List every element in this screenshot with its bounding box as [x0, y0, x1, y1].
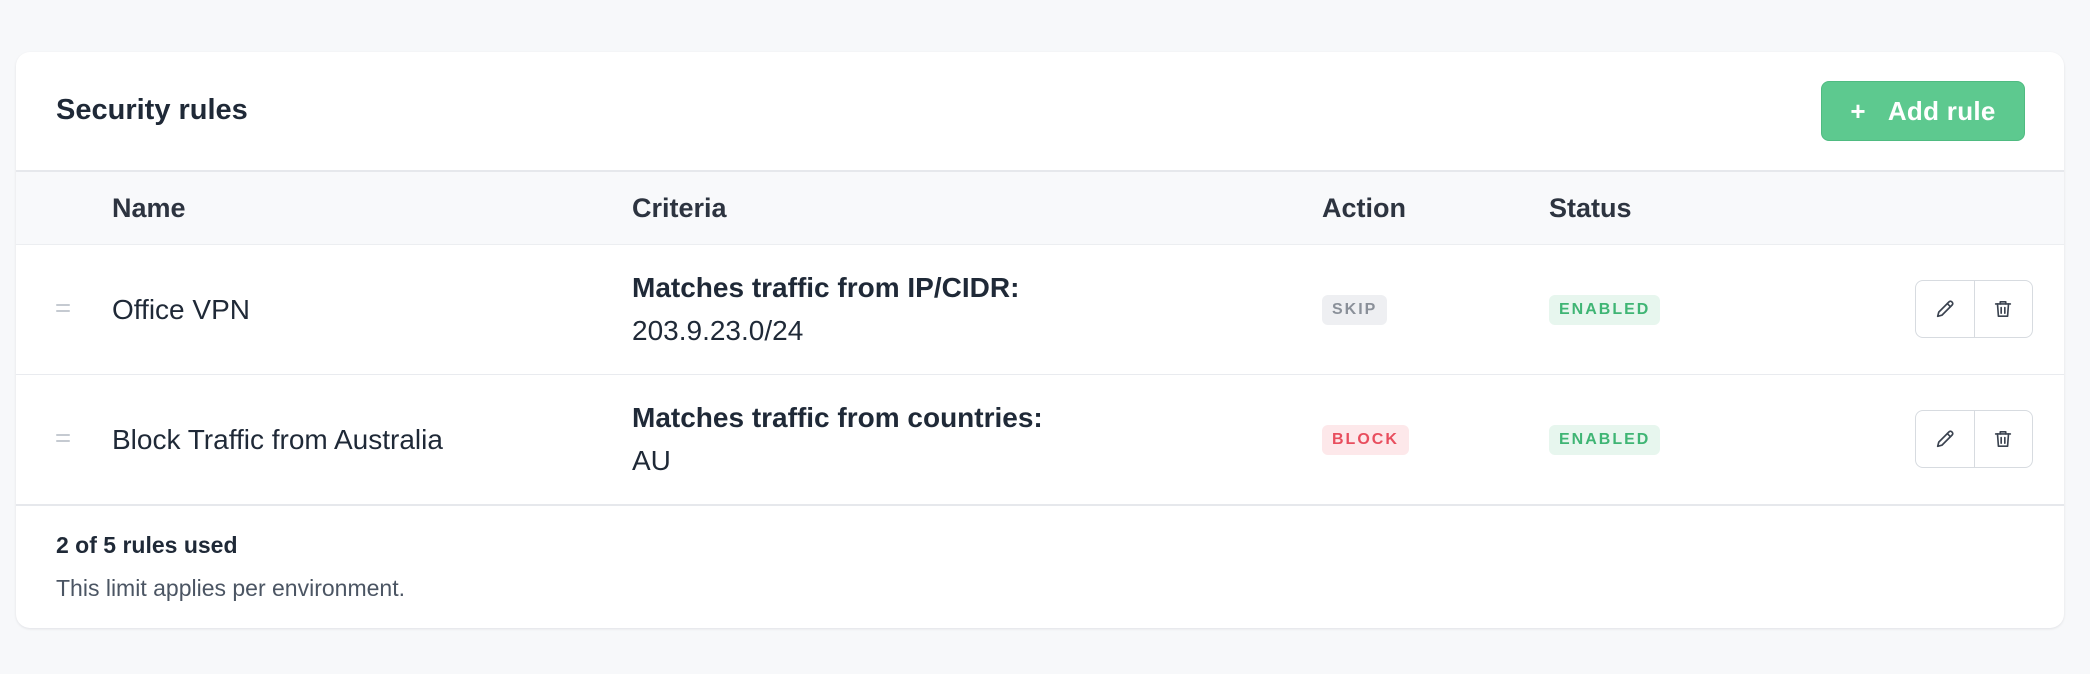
rule-name: Block Traffic from Australia [112, 424, 443, 455]
table-header: Name Criteria Action Status [16, 172, 2064, 245]
delete-button[interactable] [1973, 281, 2033, 337]
rule-name: Office VPN [112, 294, 250, 325]
rules-usage: 2 of 5 rules used [56, 532, 238, 558]
table-row: Block Traffic from Australia Matches tra… [16, 375, 2064, 506]
column-header-name: Name [112, 193, 186, 223]
status-badge: ENABLED [1549, 295, 1661, 325]
delete-button[interactable] [1973, 411, 2033, 467]
add-rule-label: Add rule [1887, 95, 1996, 126]
limit-note: This limit applies per environment. [56, 575, 405, 601]
plus-icon: + [1850, 95, 1866, 126]
drag-handle-icon[interactable] [56, 433, 70, 443]
pencil-icon [1936, 300, 1954, 318]
action-badge: SKIP [1322, 295, 1388, 325]
row-actions [1915, 410, 2033, 468]
criteria-title: Matches traffic from IP/CIDR: [632, 272, 1020, 303]
row-actions [1915, 280, 2033, 338]
drag-handle-icon[interactable] [56, 303, 70, 313]
criteria-value: AU [632, 445, 671, 476]
trash-icon [1995, 301, 2012, 317]
column-header-action: Action [1322, 193, 1406, 223]
add-rule-button[interactable]: + Add rule [1821, 81, 2025, 141]
status-badge: ENABLED [1549, 425, 1661, 455]
card-title: Security rules [56, 94, 248, 126]
criteria-title: Matches traffic from countries: [632, 402, 1043, 433]
table-row: Office VPN Matches traffic from IP/CIDR:… [16, 245, 2064, 375]
action-badge: BLOCK [1322, 425, 1409, 455]
pencil-icon [1936, 430, 1954, 448]
criteria-value: 203.9.23.0/24 [632, 315, 804, 346]
card-header: Security rules + Add rule [16, 52, 2064, 172]
edit-button[interactable] [1916, 281, 1974, 337]
security-rules-card: Security rules + Add rule Name Criteria … [16, 52, 2064, 628]
column-header-criteria: Criteria [632, 193, 727, 223]
edit-button[interactable] [1916, 411, 1974, 467]
trash-icon [1995, 431, 2012, 447]
column-header-status: Status [1549, 193, 1632, 223]
